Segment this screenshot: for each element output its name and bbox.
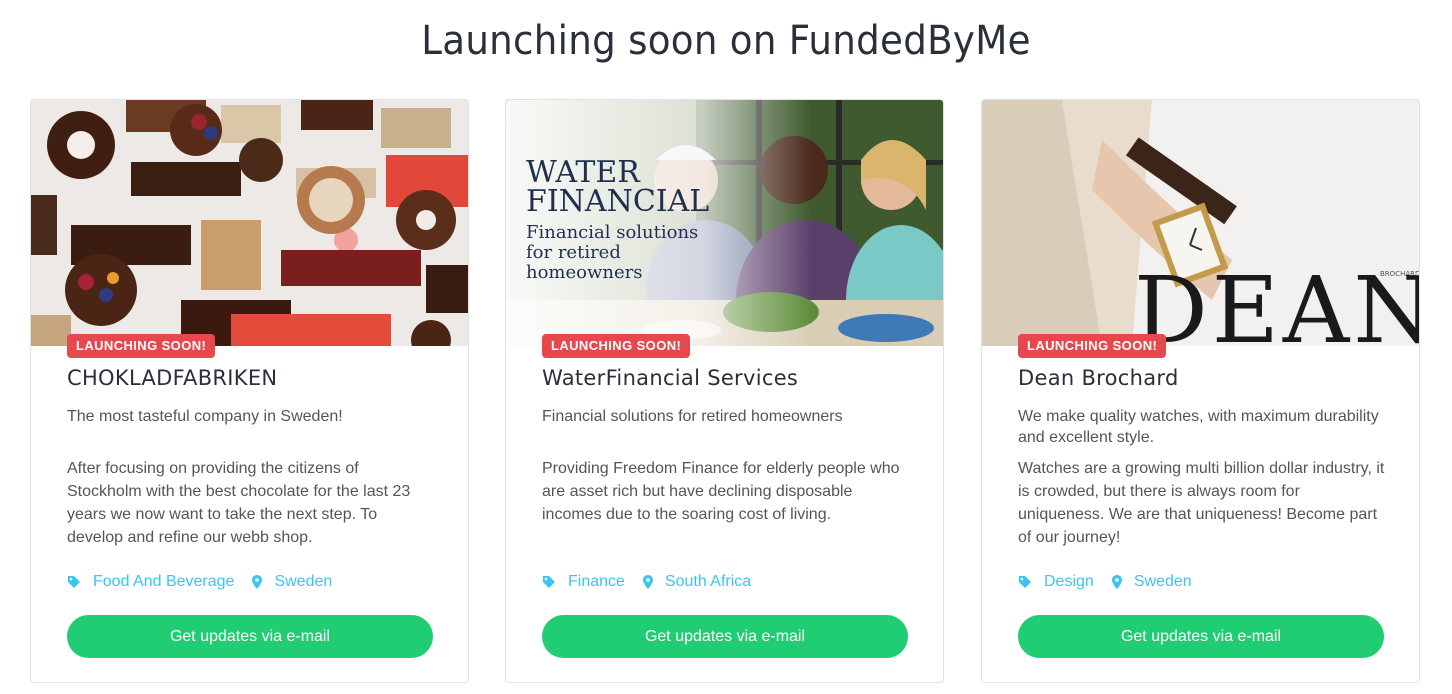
location-label: Sweden	[274, 573, 333, 590]
location-tag[interactable]: Sweden	[252, 573, 332, 591]
campaign-card-chokladfabriken[interactable]: LAUNCHING SOON! CHOKLADFABRIKEN The most…	[30, 99, 469, 683]
campaign-card-waterfinancial[interactable]: WATER FINANCIAL Financial solutions for …	[505, 99, 944, 683]
campaign-tags: Design Sweden	[1018, 571, 1210, 593]
campaign-image-chocolate[interactable]	[31, 100, 468, 346]
image-tagline-3: homeowners	[526, 262, 642, 283]
get-updates-button[interactable]: Get updates via e-mail	[1018, 615, 1384, 658]
category-tag[interactable]: Food And Beverage	[67, 573, 234, 591]
campaign-image-watch[interactable]: DEAN BROCHARD	[982, 100, 1419, 346]
campaign-card-deanbrochard[interactable]: DEAN BROCHARD LAUNCHING SOON! Dean Broch…	[981, 99, 1420, 683]
location-label: Sweden	[1133, 573, 1192, 590]
campaign-description: Watches are a growing multi billion doll…	[1018, 460, 1385, 546]
campaign-description: After focusing on providing the citizens…	[67, 460, 411, 546]
location-pin-icon	[642, 575, 653, 589]
get-updates-button[interactable]: Get updates via e-mail	[67, 615, 433, 658]
campaign-name[interactable]: WaterFinancial Services	[542, 366, 798, 390]
image-logo-brochard: BROCHARD	[1380, 270, 1419, 278]
launching-soon-badge: LAUNCHING SOON!	[67, 334, 216, 358]
image-logo-dean: DEAN	[1134, 257, 1419, 346]
campaign-tagline: We make quality watches, with maximum du…	[1018, 408, 1379, 446]
campaign-tags: Finance South Africa	[542, 571, 769, 593]
location-pin-icon	[1111, 575, 1122, 589]
campaign-name[interactable]: Dean Brochard	[1018, 366, 1179, 390]
image-tagline-2: for retired	[526, 242, 621, 263]
page-title: Launching soon on FundedByMe	[421, 18, 1031, 64]
category-label: Design	[1044, 573, 1094, 590]
category-label: Food And Beverage	[93, 573, 235, 590]
tag-icon	[543, 576, 555, 588]
tag-icon	[68, 576, 80, 588]
image-logo-financial: FINANCIAL	[526, 184, 709, 219]
category-label: Finance	[568, 573, 625, 590]
location-label: South Africa	[664, 573, 752, 590]
image-tagline-1: Financial solutions	[526, 222, 698, 243]
tag-icon	[1019, 576, 1031, 588]
category-tag[interactable]: Design	[1018, 573, 1094, 591]
campaign-name[interactable]: CHOKLADFABRIKEN	[67, 366, 277, 390]
campaign-tagline: The most tasteful company in Sweden!	[67, 408, 343, 425]
campaign-tagline: Financial solutions for retired homeowne…	[542, 408, 843, 425]
campaign-description: Providing Freedom Finance for elderly pe…	[542, 460, 900, 523]
launching-soon-badge: LAUNCHING SOON!	[542, 334, 691, 358]
category-tag[interactable]: Finance	[542, 573, 625, 591]
get-updates-button[interactable]: Get updates via e-mail	[542, 615, 908, 658]
campaign-image-waterfinancial[interactable]: WATER FINANCIAL Financial solutions for …	[506, 100, 943, 346]
location-tag[interactable]: South Africa	[642, 573, 752, 591]
campaign-tags: Food And Beverage Sweden	[67, 571, 350, 593]
location-pin-icon	[252, 575, 263, 589]
location-tag[interactable]: Sweden	[1111, 573, 1192, 591]
launching-soon-badge: LAUNCHING SOON!	[1018, 334, 1167, 358]
